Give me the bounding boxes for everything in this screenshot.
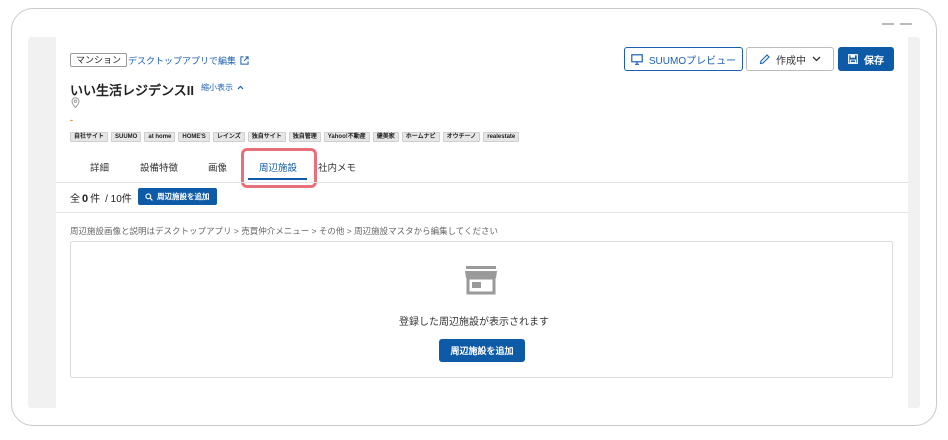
monitor-icon bbox=[631, 53, 643, 65]
add-facility-button[interactable]: 周辺施設を追加 bbox=[439, 339, 525, 362]
tab-images[interactable]: 画像 bbox=[208, 160, 227, 174]
window-controls bbox=[882, 23, 912, 25]
search-icon bbox=[145, 192, 153, 201]
add-facility-button-small[interactable]: 周辺施設を追加 bbox=[138, 188, 217, 205]
portal-tag: 独自管理 bbox=[288, 132, 321, 142]
tab-internal-memo[interactable]: 社内メモ bbox=[318, 160, 356, 174]
empty-state-message: 登録した周辺施設が表示されます bbox=[399, 317, 549, 328]
portal-tag: at home bbox=[144, 132, 176, 142]
save-button[interactable]: 保存 bbox=[838, 47, 894, 71]
facility-hint: 周辺施設画像と説明はデスクトップアプリ > 売買仲介メニュー > その他 > 周… bbox=[70, 226, 499, 236]
pencil-icon bbox=[759, 53, 770, 64]
save-label: 保存 bbox=[864, 55, 884, 67]
collapse-toggle[interactable]: 縮小表示 bbox=[201, 82, 244, 93]
property-type-tag: マンション bbox=[70, 53, 128, 67]
add-facility-label-small: 周辺施設を追加 bbox=[157, 192, 210, 201]
save-icon bbox=[848, 54, 858, 64]
count-unit: 件 bbox=[90, 194, 101, 205]
count-number: 0 bbox=[82, 193, 89, 205]
portal-tag: オウチーノ bbox=[442, 132, 481, 142]
desktop-edit-label: デスクトップアプリで編集 bbox=[128, 56, 237, 66]
collapse-label: 縮小表示 bbox=[201, 83, 233, 92]
chevron-up-icon bbox=[237, 85, 244, 90]
suumo-preview-label: SUUMOプレビュー bbox=[648, 55, 737, 67]
chevron-down-icon bbox=[812, 56, 821, 62]
portal-tag: 健美家 bbox=[372, 132, 399, 142]
portal-tag: ホームナビ bbox=[401, 132, 440, 142]
portal-tag: 自社サイト bbox=[70, 132, 109, 142]
facility-count: 全 0 件 / 10件 bbox=[70, 190, 132, 205]
status-dropdown[interactable]: 作成中 bbox=[746, 47, 834, 71]
portal-tag: レインズ bbox=[212, 132, 245, 142]
portal-tags: 自社サイト SUUMO at home HOME'S レインズ 独自サイト 独自… bbox=[70, 132, 520, 142]
external-link-icon bbox=[240, 56, 249, 65]
portal-tag: HOME'S bbox=[178, 132, 210, 142]
count-divider bbox=[56, 212, 908, 213]
count-total: / 10件 bbox=[105, 194, 132, 205]
count-prefix: 全 bbox=[70, 194, 80, 205]
suumo-preview-button[interactable]: SUUMOプレビュー bbox=[624, 47, 743, 71]
tabs-divider bbox=[56, 182, 908, 183]
tab-details[interactable]: 詳細 bbox=[90, 160, 109, 174]
store-icon bbox=[465, 266, 497, 295]
portal-tag: realestate bbox=[483, 132, 520, 142]
status-label: 作成中 bbox=[776, 55, 806, 67]
portal-tag: SUUMO bbox=[111, 132, 142, 142]
portal-tag: 独自サイト bbox=[247, 132, 286, 142]
tab-features[interactable]: 設備特徴 bbox=[140, 160, 178, 174]
portal-tag: Yahoo!不動産 bbox=[323, 132, 370, 142]
property-title: いい生活レジデンスII bbox=[70, 83, 194, 98]
desktop-edit-link[interactable]: デスクトップアプリで編集 bbox=[128, 54, 249, 67]
price-value: - bbox=[70, 115, 73, 125]
map-pin-icon bbox=[71, 97, 80, 108]
